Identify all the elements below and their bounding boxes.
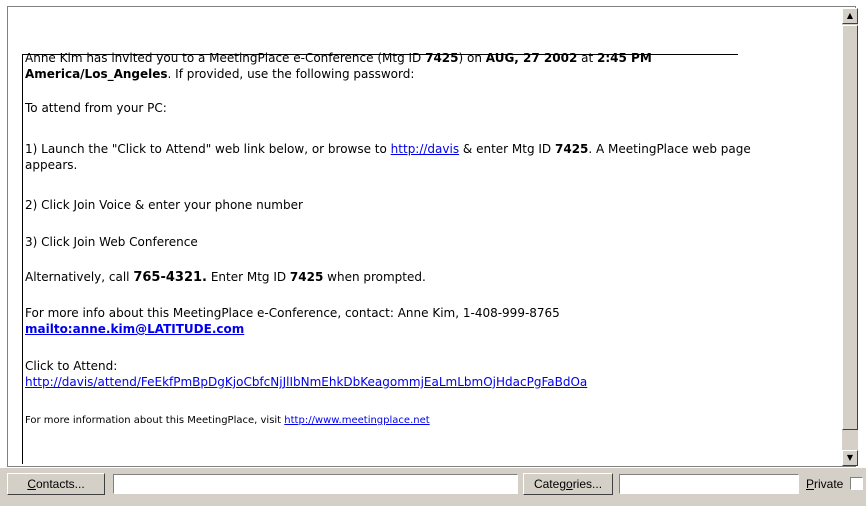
vertical-scrollbar[interactable]: ▲ ▼: [842, 8, 858, 466]
scroll-up-button[interactable]: ▲: [842, 8, 858, 24]
step-1-line-1: 1) Launch the "Click to Attend" web link…: [25, 142, 751, 156]
categories-field[interactable]: [619, 474, 799, 494]
private-label: Private: [806, 477, 844, 491]
attend-link-line: http://davis/attend/FeEkfPmBpDgKjoCbfcNj…: [25, 374, 587, 390]
message-body[interactable]: Anne Kim has invited you to a MeetingPla…: [9, 8, 841, 464]
attend-link[interactable]: http://davis/attend/FeEkfPmBpDgKjoCbfcNj…: [25, 375, 587, 389]
step-3: 3) Click Join Web Conference: [25, 235, 198, 249]
arrow-up-icon: ▲: [846, 11, 854, 20]
invite-line-2: America/Los_Angeles. If provided, use th…: [25, 67, 415, 81]
scroll-down-button[interactable]: ▼: [842, 450, 858, 466]
timezone: America/Los_Angeles: [25, 67, 168, 81]
contacts-field[interactable]: [113, 474, 518, 494]
phone-number: 765-4321.: [133, 270, 207, 285]
mailto-link[interactable]: mailto:anne.kim@LATITUDE.com: [25, 322, 244, 336]
private-checkbox[interactable]: [850, 477, 863, 490]
attend-from-pc: To attend from your PC:: [25, 101, 167, 115]
bottom-toolbar: Contacts... Categories... Private: [0, 468, 866, 506]
step-1-line-2: appears.: [25, 158, 78, 172]
left-border-line: [22, 54, 23, 464]
invite-line-1: Anne Kim has invited you to a MeetingPla…: [25, 51, 652, 65]
categories-button[interactable]: Categories...: [523, 473, 613, 495]
footer-info: For more information about this MeetingP…: [25, 415, 430, 426]
step-2: 2) Click Join Voice & enter your phone n…: [25, 198, 303, 212]
mailto-line: mailto:anne.kim@LATITUDE.com: [25, 321, 244, 337]
scroll-thumb[interactable]: [842, 25, 858, 430]
davis-link[interactable]: http://davis: [391, 142, 459, 156]
meetingplace-link[interactable]: http://www.meetingplace.net: [284, 415, 429, 426]
arrow-down-icon: ▼: [846, 453, 854, 462]
meeting-date: AUG, 27 2002: [485, 51, 578, 65]
mtg-id: 7425: [425, 51, 459, 65]
click-to-attend-label: Click to Attend:: [25, 359, 118, 373]
meeting-time: 2:45 PM: [597, 51, 652, 65]
more-info-contact: For more info about this MeetingPlace e-…: [25, 306, 560, 320]
contacts-button[interactable]: Contacts...: [7, 473, 105, 495]
alternative-call: Alternatively, call 765-4321. Enter Mtg …: [25, 270, 426, 285]
